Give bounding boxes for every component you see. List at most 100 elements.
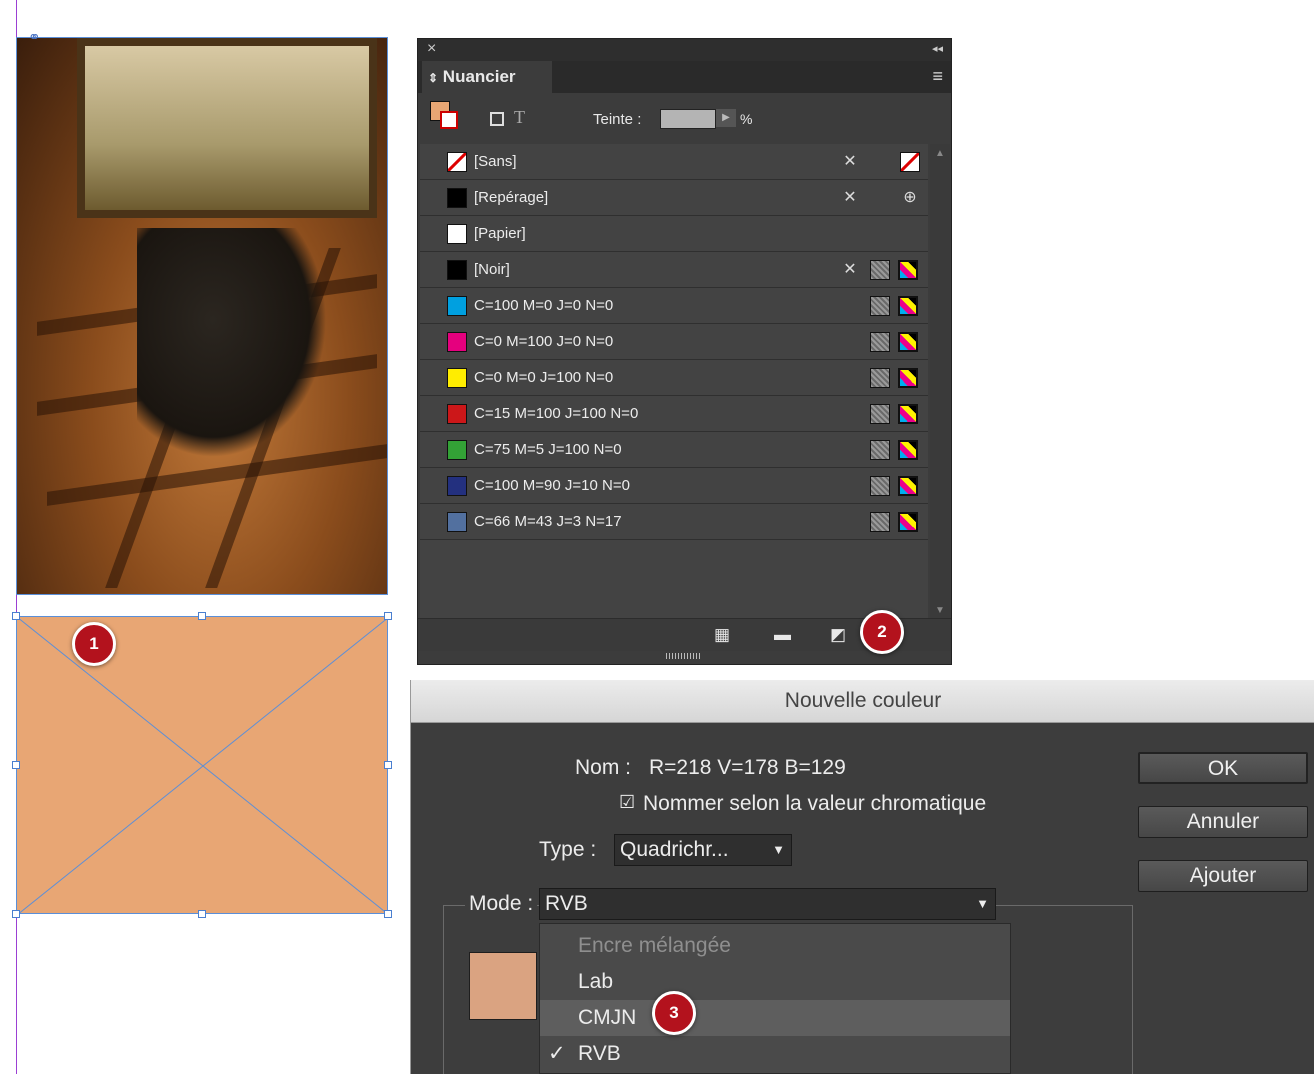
stroke-swatch-icon[interactable]: [440, 111, 458, 129]
cancel-button[interactable]: Annuler: [1138, 806, 1308, 838]
step-badge-3: 3: [652, 991, 696, 1035]
swatch-chip: [447, 296, 467, 316]
cat-silhouette: [137, 228, 327, 458]
auto-name-label[interactable]: Nommer selon la valeur chromatique: [643, 792, 986, 816]
tint-input[interactable]: [660, 109, 716, 129]
swatch-chip: [447, 404, 467, 424]
mode-label: Mode :: [465, 892, 538, 916]
swatch-list: [Sans] ✕ [Repérage] ✕ ⊕ [Papier] [Noir] …: [420, 144, 928, 620]
chevron-down-icon: ▼: [772, 842, 785, 857]
cmyk-icon: [898, 404, 918, 424]
swatch-row[interactable]: C=0 M=100 J=0 N=0: [420, 324, 928, 360]
cmyk-icon: [898, 332, 918, 352]
text-format-icon[interactable]: T: [514, 107, 525, 128]
swatch-chip: [447, 476, 467, 496]
swatch-scrollbar[interactable]: ▲ ▼: [930, 144, 950, 620]
step-badge-2: 2: [860, 610, 904, 654]
cmyk-icon: [898, 260, 918, 280]
cmyk-icon: [898, 512, 918, 532]
swatch-row[interactable]: C=66 M=43 J=3 N=17: [420, 504, 928, 540]
swatch-row[interactable]: [Repérage] ✕ ⊕: [420, 180, 928, 216]
panel-menu-icon[interactable]: ≡: [932, 66, 943, 87]
process-icon: [870, 332, 890, 352]
swatch-row[interactable]: C=100 M=90 J=10 N=0: [420, 468, 928, 504]
swatch-row[interactable]: [Papier]: [420, 216, 928, 252]
swatch-name: C=0 M=0 J=100 N=0: [474, 369, 614, 386]
mode-option[interactable]: CMJN: [540, 1000, 1010, 1036]
swatch-name: [Noir]: [474, 261, 510, 278]
dialog-title: Nouvelle couleur: [411, 680, 1314, 723]
swatch-row[interactable]: [Sans] ✕: [420, 144, 928, 180]
link-icon[interactable]: ⚭: [28, 28, 41, 46]
cat-photo-frame[interactable]: [16, 37, 388, 595]
panel-tabrow: ⇕ Nuancier ≡: [418, 61, 951, 93]
swatch-row[interactable]: C=15 M=100 J=100 N=0: [420, 396, 928, 432]
swatch-name: C=66 M=43 J=3 N=17: [474, 513, 622, 530]
swatch-chip: [447, 188, 467, 208]
resize-handle[interactable]: [384, 910, 392, 918]
mode-option[interactable]: Lab: [540, 964, 1010, 1000]
swatch-name: [Sans]: [474, 153, 517, 170]
resize-handle[interactable]: [198, 910, 206, 918]
process-icon: [870, 404, 890, 424]
mode-value: RVB: [545, 892, 588, 915]
mode-select[interactable]: RVB ▼: [539, 888, 996, 920]
no-edit-icon: ✕: [843, 261, 857, 278]
resize-handle[interactable]: [12, 761, 20, 769]
cmyk-icon: [898, 440, 918, 460]
tab-toggle-icon: ⇕: [428, 71, 439, 85]
close-icon[interactable]: ×: [427, 40, 436, 58]
photo-window: [77, 38, 377, 218]
swatch-chip: [447, 512, 467, 532]
process-icon: [870, 296, 890, 316]
color-preview: [469, 952, 537, 1020]
tint-unit: %: [740, 111, 753, 127]
resize-handle[interactable]: [12, 910, 20, 918]
scroll-up-icon[interactable]: ▲: [935, 148, 945, 159]
name-value[interactable]: R=218 V=178 B=129: [649, 756, 846, 780]
add-button[interactable]: Ajouter: [1138, 860, 1308, 892]
resize-handle[interactable]: [384, 761, 392, 769]
resize-handle[interactable]: [198, 612, 206, 620]
type-select[interactable]: Quadrichr... ▼: [614, 834, 792, 866]
cmyk-icon: [898, 296, 918, 316]
tab-label: Nuancier: [442, 67, 516, 86]
resize-grip[interactable]: [666, 653, 702, 659]
checkbox-icon[interactable]: ☑: [619, 792, 635, 813]
mode-option[interactable]: ✓ RVB: [540, 1036, 1010, 1072]
swatch-row[interactable]: [Noir] ✕: [420, 252, 928, 288]
resize-handle[interactable]: [384, 612, 392, 620]
resize-handle[interactable]: [12, 612, 20, 620]
checkmark-icon: ✓: [548, 1042, 566, 1065]
tab-nuancier[interactable]: ⇕ Nuancier: [422, 61, 552, 93]
no-edit-icon: ✕: [843, 189, 857, 206]
swatch-row[interactable]: C=0 M=0 J=100 N=0: [420, 360, 928, 396]
swatch-name: C=0 M=100 J=0 N=0: [474, 333, 614, 350]
new-swatch-icon[interactable]: ◩: [830, 625, 846, 645]
collapse-icon[interactable]: ◂◂: [932, 42, 943, 55]
chevron-down-icon: ▼: [976, 896, 989, 911]
container-format-icon[interactable]: [490, 112, 504, 126]
tint-label: Teinte :: [593, 111, 642, 128]
swatch-name: C=75 M=5 J=100 N=0: [474, 441, 622, 458]
swatch-row[interactable]: C=75 M=5 J=100 N=0: [420, 432, 928, 468]
new-color-dialog: Nouvelle couleur Nom : R=218 V=178 B=129…: [410, 680, 1314, 1074]
swatch-name: C=100 M=90 J=10 N=0: [474, 477, 630, 494]
new-group-folder-icon[interactable]: ▬: [774, 625, 791, 645]
placeholder-frame[interactable]: [16, 616, 389, 915]
swatches-panel: × ◂◂ ⇕ Nuancier ≡ T Teinte : ▶ % [Sans] …: [417, 38, 952, 665]
frame-cross: [17, 617, 389, 915]
process-icon: [870, 368, 890, 388]
process-icon: [870, 440, 890, 460]
registration-icon: ⊕: [903, 189, 917, 206]
process-icon: [870, 260, 890, 280]
show-kinds-icon[interactable]: ▦: [714, 625, 730, 645]
process-icon: [870, 476, 890, 496]
scroll-down-icon[interactable]: ▼: [935, 605, 945, 616]
tint-arrow-icon[interactable]: ▶: [716, 109, 736, 127]
swatch-chip: [447, 260, 467, 280]
ok-button[interactable]: OK: [1138, 752, 1308, 784]
swatch-row[interactable]: C=100 M=0 J=0 N=0: [420, 288, 928, 324]
step-badge-1: 1: [72, 622, 116, 666]
type-value: Quadrichr...: [620, 838, 729, 861]
